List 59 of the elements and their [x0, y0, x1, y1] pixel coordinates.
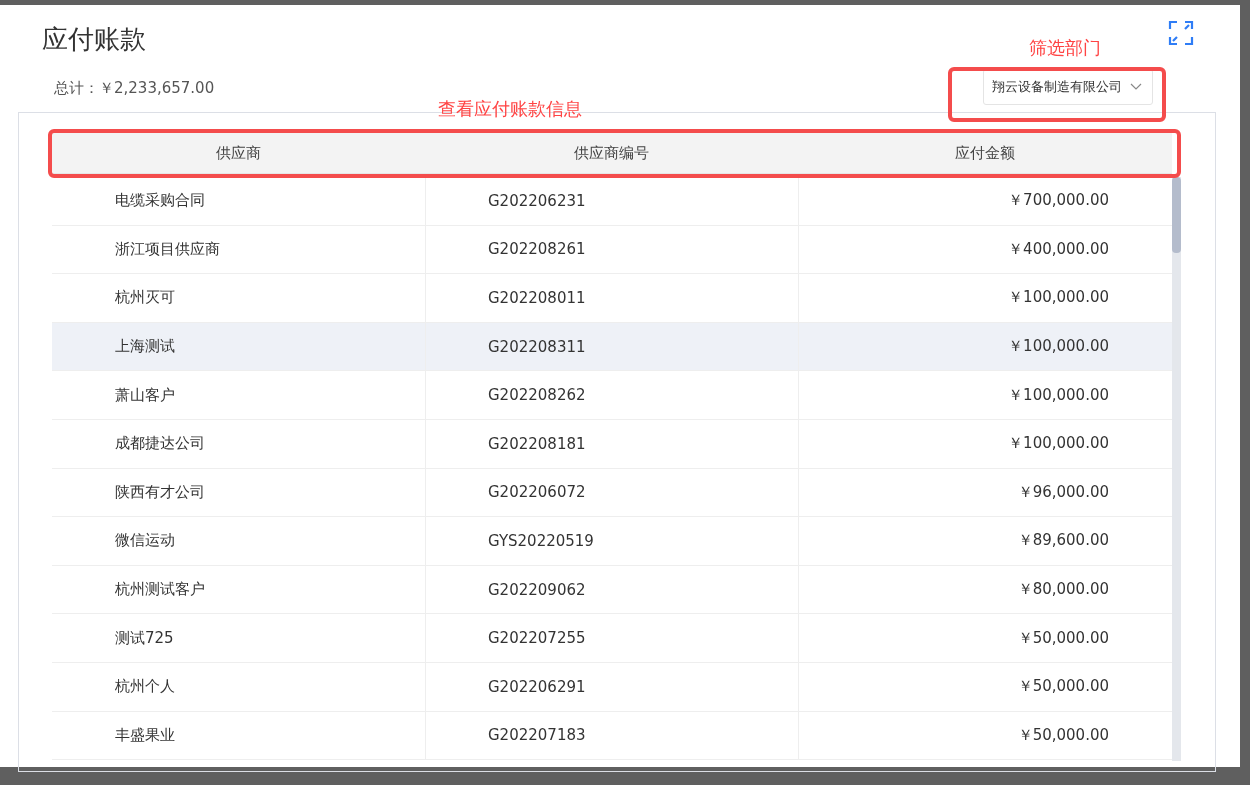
table-cell-text: ￥100,000.00: [1007, 336, 1110, 358]
table-row[interactable]: 测试725 G202207255 ￥50,000.00: [52, 614, 1172, 663]
table-cell-text: ￥80,000.00: [1016, 579, 1110, 601]
table-row[interactable]: 陕西有才公司 G202206072 ￥96,000.00: [52, 468, 1172, 518]
table-cell-text: ￥50,000.00: [1016, 676, 1110, 698]
table-row[interactable]: 杭州灭可 G202208011 ￥100,000.00: [52, 274, 1172, 323]
table-cell: 杭州个人: [52, 662, 426, 711]
table-row[interactable]: 杭州测试客户 G202209062 ￥80,000.00: [52, 565, 1172, 615]
dialog-title: 应付账款: [42, 23, 147, 56]
table-cell: 丰盛果业: [52, 711, 426, 760]
table-cell: 测试725: [52, 614, 426, 662]
table-cell-text: ￥100,000.00: [1007, 287, 1110, 309]
table-cell: G202207255: [426, 614, 799, 662]
table-cell: G202209062: [426, 565, 799, 614]
table-cell: GYS20220519: [426, 517, 799, 565]
table-cell-text: ￥100,000.00: [1007, 433, 1110, 455]
annotation-label: 筛选部门: [1029, 36, 1101, 60]
table-cell-text: ￥100,000.00: [1007, 384, 1110, 406]
table-cell: 杭州灭可: [52, 274, 426, 322]
table-cell: 上海测试: [52, 322, 426, 371]
total-amount: 总计：￥2,233,657.00: [54, 79, 215, 98]
table-cell: G202206072: [426, 468, 799, 517]
table-cell: G202207183: [426, 711, 799, 760]
table-cell: 微信运动: [52, 517, 426, 565]
table-cell-text: ￥700,000.00: [1007, 190, 1110, 212]
column-header: 供应商编号: [573, 143, 651, 164]
table-cell: 成都捷达公司: [52, 419, 426, 468]
table-cell: G202206291: [426, 662, 799, 711]
table-row[interactable]: 电缆采购合同 G202206231 ￥700,000.00: [52, 177, 1172, 226]
table-cell: 浙江项目供应商: [52, 225, 426, 274]
table-row[interactable]: 杭州个人 G202206291 ￥50,000.00: [52, 662, 1172, 712]
table-cell-text: ￥50,000.00: [1016, 724, 1110, 746]
table-cell: 萧山客户: [52, 371, 426, 419]
table-row[interactable]: 丰盛果业 G202207183 ￥50,000.00: [52, 711, 1172, 761]
table-row[interactable]: 微信运动 GYS20220519 ￥89,600.00: [52, 517, 1172, 566]
column-header: 供应商: [215, 143, 263, 164]
chevron-down-icon: [1130, 83, 1142, 91]
table-cell-text: ￥89,600.00: [1016, 530, 1110, 552]
table-cell: 电缆采购合同: [52, 177, 426, 225]
fullscreen-icon[interactable]: [1168, 20, 1194, 46]
department-select[interactable]: 翔云设备制造有限公司: [983, 69, 1153, 105]
annotation-label: 查看应付账款信息: [438, 97, 582, 121]
table-cell: G202208261: [426, 225, 799, 274]
table-cell: 陕西有才公司: [52, 468, 426, 517]
table-cell-text: ￥96,000.00: [1016, 481, 1110, 503]
table-row[interactable]: 上海测试 G202208311 ￥100,000.00: [52, 322, 1172, 372]
table-cell: 杭州测试客户: [52, 565, 426, 614]
table-cell: G202208181: [426, 419, 799, 468]
table-row[interactable]: 成都捷达公司 G202208181 ￥100,000.00: [52, 419, 1172, 469]
table-cell: G202208262: [426, 371, 799, 419]
table-row[interactable]: 萧山客户 G202208262 ￥100,000.00: [52, 371, 1172, 420]
table-cell-text: ￥400,000.00: [1007, 238, 1110, 260]
table-cell-text: ￥50,000.00: [1016, 627, 1110, 649]
table-cell: G202206231: [426, 177, 799, 225]
column-header: 应付金额: [954, 143, 1017, 164]
table-cell: G202208011: [426, 274, 799, 322]
scrollbar-thumb[interactable]: [1172, 177, 1181, 253]
table-cell: G202208311: [426, 322, 799, 371]
table-row[interactable]: 浙江项目供应商 G202208261 ￥400,000.00: [52, 225, 1172, 275]
